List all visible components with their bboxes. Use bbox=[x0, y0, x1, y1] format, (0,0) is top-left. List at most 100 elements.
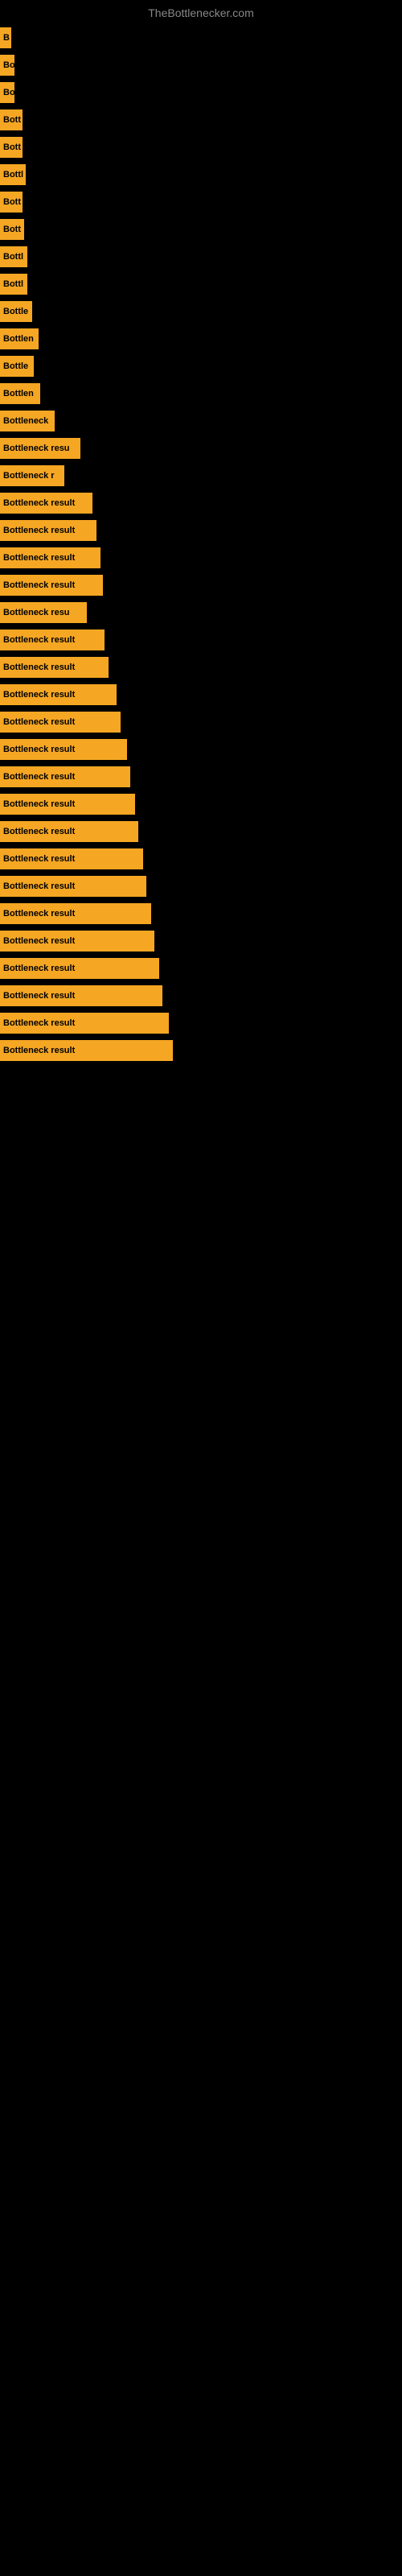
bar-label: Bottleneck result bbox=[3, 909, 75, 919]
bar-label: Bottl bbox=[3, 252, 23, 262]
bar-row: Bottleneck result bbox=[0, 900, 402, 927]
bar-item: Bottleneck resu bbox=[0, 602, 87, 623]
bar-item: Bottle bbox=[0, 301, 32, 322]
bar-item: Bottleneck result bbox=[0, 848, 143, 869]
bar-item: Bottleneck result bbox=[0, 821, 138, 842]
bar-item: Bottleneck result bbox=[0, 1013, 169, 1034]
bar-row: Bo bbox=[0, 52, 402, 79]
bar-row: Bottle bbox=[0, 298, 402, 325]
bar-label: Bott bbox=[3, 115, 21, 125]
bar-row: Bott bbox=[0, 188, 402, 216]
bar-label: Bottleneck result bbox=[3, 936, 75, 946]
bar-label: Bottleneck result bbox=[3, 663, 75, 672]
bar-item: Bottleneck result bbox=[0, 876, 146, 897]
bar-item: Bottleneck result bbox=[0, 684, 117, 705]
bar-label: Bottleneck result bbox=[3, 580, 75, 590]
bar-item: Bo bbox=[0, 55, 14, 76]
bar-item: Bottleneck result bbox=[0, 547, 100, 568]
bar-item: Bottl bbox=[0, 274, 27, 295]
bar-item: Bottleneck result bbox=[0, 766, 130, 787]
bar-row: Bottle bbox=[0, 353, 402, 380]
bar-label: Bottl bbox=[3, 279, 23, 289]
bar-label: Bo bbox=[3, 60, 14, 70]
bar-label: Bott bbox=[3, 142, 21, 152]
bar-label: Bottleneck result bbox=[3, 827, 75, 836]
bar-row: Bottleneck result bbox=[0, 517, 402, 544]
bar-row: Bottleneck result bbox=[0, 818, 402, 845]
bar-label: Bottleneck r bbox=[3, 471, 55, 481]
bar-row: Bottl bbox=[0, 270, 402, 298]
bar-label: Bott bbox=[3, 197, 21, 207]
bar-item: Bottleneck result bbox=[0, 575, 103, 596]
bar-item: Bottleneck r bbox=[0, 465, 64, 486]
bar-label: Bottl bbox=[3, 170, 23, 180]
bar-label: Bottlen bbox=[3, 389, 34, 398]
bar-item: Bottleneck result bbox=[0, 903, 151, 924]
bar-label: Bottleneck resu bbox=[3, 608, 70, 617]
bar-item: Bott bbox=[0, 219, 24, 240]
bar-row: Bottl bbox=[0, 161, 402, 188]
bar-label: Bottlen bbox=[3, 334, 34, 344]
bar-item: Bottleneck resu bbox=[0, 438, 80, 459]
bar-row: Bo bbox=[0, 79, 402, 106]
bar-label: Bottleneck result bbox=[3, 854, 75, 864]
bar-row: Bott bbox=[0, 134, 402, 161]
bar-row: Bottleneck result bbox=[0, 708, 402, 736]
bar-item: Bottleneck result bbox=[0, 712, 121, 733]
bar-row: B bbox=[0, 24, 402, 52]
bar-item: Bottleneck result bbox=[0, 630, 105, 650]
bar-label: Bottleneck result bbox=[3, 635, 75, 645]
bar-row: Bottleneck result bbox=[0, 982, 402, 1009]
bar-label: Bottleneck result bbox=[3, 964, 75, 973]
site-title: TheBottlenecker.com bbox=[0, 0, 402, 26]
bars-container: B Bo Bo Bott Bott Bottl Bott Bott Bottl Bottl Bott… bbox=[0, 24, 402, 1064]
bar-label: Bottleneck result bbox=[3, 799, 75, 809]
bar-row: Bottleneck result bbox=[0, 845, 402, 873]
bar-item: Bottleneck result bbox=[0, 1040, 173, 1061]
bar-item: Bottleneck result bbox=[0, 958, 159, 979]
bar-row: Bottleneck result bbox=[0, 626, 402, 654]
bar-item: Bott bbox=[0, 137, 23, 158]
bar-row: Bottleneck result bbox=[0, 654, 402, 681]
bar-item: Bottle bbox=[0, 356, 34, 377]
bar-item: Bottleneck result bbox=[0, 794, 135, 815]
bar-item: Bottlen bbox=[0, 328, 39, 349]
bar-label: Bo bbox=[3, 88, 14, 97]
bar-label: Bottleneck bbox=[3, 416, 48, 426]
bar-label: Bottleneck result bbox=[3, 772, 75, 782]
bar-row: Bottleneck result bbox=[0, 1009, 402, 1037]
bar-row: Bottleneck resu bbox=[0, 599, 402, 626]
bar-row: Bottleneck result bbox=[0, 544, 402, 572]
bar-row: Bottleneck result bbox=[0, 681, 402, 708]
bar-row: Bottleneck result bbox=[0, 572, 402, 599]
bar-item: Bottleneck result bbox=[0, 931, 154, 952]
bar-row: Bottleneck result bbox=[0, 489, 402, 517]
bar-label: Bottleneck result bbox=[3, 526, 75, 535]
bar-row: Bott bbox=[0, 216, 402, 243]
bar-row: Bottleneck bbox=[0, 407, 402, 435]
bar-item: Bottleneck result bbox=[0, 493, 92, 514]
bar-row: Bottlen bbox=[0, 380, 402, 407]
bar-label: Bottleneck result bbox=[3, 1018, 75, 1028]
bar-row: Bottlen bbox=[0, 325, 402, 353]
bar-row: Bottleneck result bbox=[0, 763, 402, 791]
bar-label: B bbox=[3, 33, 10, 43]
bar-label: Bottleneck result bbox=[3, 690, 75, 700]
bar-item: Bottl bbox=[0, 246, 27, 267]
bar-item: Bott bbox=[0, 192, 23, 213]
bar-row: Bottleneck result bbox=[0, 1037, 402, 1064]
bar-label: Bott bbox=[3, 225, 21, 234]
bar-row: Bottleneck result bbox=[0, 927, 402, 955]
bar-item: Bottleneck result bbox=[0, 985, 162, 1006]
bar-row: Bottleneck result bbox=[0, 791, 402, 818]
bar-item: Bottleneck bbox=[0, 411, 55, 431]
bar-label: Bottleneck resu bbox=[3, 444, 70, 453]
bar-row: Bottleneck result bbox=[0, 955, 402, 982]
bar-item: Bottleneck result bbox=[0, 657, 109, 678]
bar-label: Bottleneck result bbox=[3, 745, 75, 754]
bar-item: Bottlen bbox=[0, 383, 40, 404]
bar-item: Bottleneck result bbox=[0, 739, 127, 760]
bar-item: Bottleneck result bbox=[0, 520, 96, 541]
bar-label: Bottleneck result bbox=[3, 1046, 75, 1055]
bar-row: Bott bbox=[0, 106, 402, 134]
